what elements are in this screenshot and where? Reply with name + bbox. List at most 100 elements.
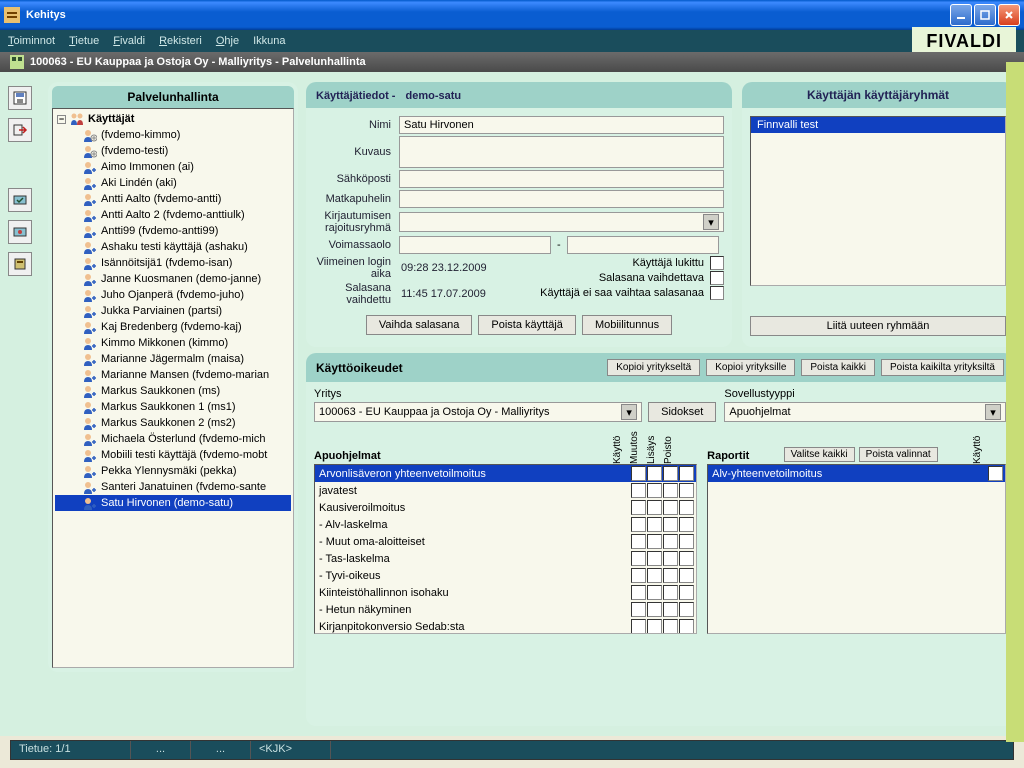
grid-checkbox[interactable] xyxy=(663,551,678,566)
eisaa-checkbox[interactable] xyxy=(710,286,724,300)
grid-checkbox[interactable] xyxy=(679,517,694,532)
grid-checkbox[interactable] xyxy=(663,585,678,600)
lukittu-checkbox[interactable] xyxy=(710,256,724,270)
save-icon[interactable] xyxy=(8,86,32,110)
grid-checkbox[interactable] xyxy=(631,568,646,583)
grid-row[interactable]: - Hetun näkyminen xyxy=(315,601,696,618)
grid-checkbox[interactable] xyxy=(679,483,694,498)
tree-item[interactable]: Juho Ojanperä (fvdemo-juho) xyxy=(55,287,291,303)
tree-item[interactable]: Janne Kuosmanen (demo-janne) xyxy=(55,271,291,287)
grid-checkbox[interactable] xyxy=(663,534,678,549)
poista-kaikki-button[interactable]: Poista kaikki xyxy=(801,359,875,376)
menu-fivaldi[interactable]: Fivaldi xyxy=(113,35,145,47)
tree-item[interactable]: Pekka Ylennysmäki (pekka) xyxy=(55,463,291,479)
user-tree[interactable]: −Käyttäjät(fvdemo-kimmo)(fvdemo-testi)Ai… xyxy=(52,108,294,668)
tool3-icon[interactable] xyxy=(8,252,32,276)
grid-checkbox[interactable]: ✓ xyxy=(663,466,678,481)
sidokset-button[interactable]: Sidokset xyxy=(648,402,716,422)
close-button[interactable] xyxy=(998,4,1020,26)
grid-checkbox[interactable] xyxy=(663,619,678,634)
grid-checkbox[interactable] xyxy=(631,483,646,498)
grid-row[interactable]: - Muut oma-aloitteiset xyxy=(315,533,696,550)
grid-checkbox[interactable]: ✓ xyxy=(988,466,1003,481)
grid-checkbox[interactable] xyxy=(631,551,646,566)
exit-icon[interactable] xyxy=(8,118,32,142)
tree-item[interactable]: Antti Aalto 2 (fvdemo-anttiulk) xyxy=(55,207,291,223)
right-grid-body[interactable]: Alv-yhteenvetoilmoitus✓ xyxy=(707,464,1006,634)
tree-item[interactable]: (fvdemo-testi) xyxy=(55,143,291,159)
tree-root[interactable]: −Käyttäjät xyxy=(55,111,291,127)
grid-checkbox[interactable] xyxy=(679,568,694,583)
grid-checkbox[interactable] xyxy=(631,602,646,617)
tree-item[interactable]: Satu Hirvonen (demo-satu) xyxy=(55,495,291,511)
voimassaolo-to[interactable] xyxy=(567,236,719,254)
nimi-input[interactable] xyxy=(399,116,724,134)
vaihdettava-checkbox[interactable] xyxy=(710,271,724,285)
sahkoposti-input[interactable] xyxy=(399,170,724,188)
tool2-icon[interactable] xyxy=(8,220,32,244)
grid-checkbox[interactable] xyxy=(663,517,678,532)
left-grid-body[interactable]: Arvonlisäveron yhteenvetoilmoitus✓✓✓✓jav… xyxy=(314,464,697,634)
tree-item[interactable]: Markus Saukkonen 2 (ms2) xyxy=(55,415,291,431)
grid-row[interactable]: javatest xyxy=(315,482,696,499)
group-list[interactable]: Finnvalli test xyxy=(750,116,1006,286)
grid-checkbox[interactable] xyxy=(663,500,678,515)
grid-checkbox[interactable] xyxy=(631,517,646,532)
grid-checkbox[interactable] xyxy=(631,500,646,515)
kuvaus-input[interactable] xyxy=(399,136,724,168)
poista-valinnat-button[interactable]: Poista valinnat xyxy=(859,447,938,462)
menu-rekisteri[interactable]: Rekisteri xyxy=(159,35,202,47)
tree-item[interactable]: Aki Lindén (aki) xyxy=(55,175,291,191)
grid-checkbox[interactable] xyxy=(647,517,662,532)
tree-item[interactable]: Markus Saukkonen (ms) xyxy=(55,383,291,399)
liita-ryhmaan-button[interactable]: Liitä uuteen ryhmään xyxy=(750,316,1006,336)
tree-item[interactable]: Ashaku testi käyttäjä (ashaku) xyxy=(55,239,291,255)
menu-tietue[interactable]: Tietue xyxy=(69,35,99,47)
poista-kaikilta-button[interactable]: Poista kaikilta yrityksiltä xyxy=(881,359,1004,376)
sovellus-dropdown[interactable]: Apuohjelmat▾ xyxy=(724,402,1006,422)
kopioi-yrityksille-button[interactable]: Kopioi yrityksille xyxy=(706,359,795,376)
menu-ikkuna[interactable]: Ikkuna xyxy=(253,35,285,47)
grid-checkbox[interactable] xyxy=(679,619,694,634)
grid-checkbox[interactable] xyxy=(647,585,662,600)
grid-checkbox[interactable] xyxy=(647,602,662,617)
grid-checkbox[interactable] xyxy=(679,500,694,515)
grid-checkbox[interactable] xyxy=(631,619,646,634)
tree-item[interactable]: Antti Aalto (fvdemo-antti) xyxy=(55,191,291,207)
grid-checkbox[interactable] xyxy=(647,619,662,634)
mobiilitunnus-button[interactable]: Mobiilitunnus xyxy=(582,315,672,335)
grid-row[interactable]: - Tyvi-oikeus xyxy=(315,567,696,584)
grid-checkbox[interactable] xyxy=(647,483,662,498)
tree-item[interactable]: Mobiili testi käyttäjä (fvdemo-mobt xyxy=(55,447,291,463)
grid-checkbox[interactable] xyxy=(663,602,678,617)
grid-row[interactable]: - Tas-laskelma xyxy=(315,550,696,567)
grid-checkbox[interactable] xyxy=(679,534,694,549)
tree-item[interactable]: (fvdemo-kimmo) xyxy=(55,127,291,143)
tree-item[interactable]: Marianne Mansen (fvdemo-marian xyxy=(55,367,291,383)
grid-checkbox[interactable] xyxy=(647,551,662,566)
grid-checkbox[interactable] xyxy=(631,585,646,600)
grid-checkbox[interactable] xyxy=(647,534,662,549)
grid-checkbox[interactable] xyxy=(679,551,694,566)
grid-checkbox[interactable] xyxy=(679,602,694,617)
grid-checkbox[interactable] xyxy=(663,483,678,498)
menu-ohje[interactable]: Ohje xyxy=(216,35,239,47)
tree-item[interactable]: Markus Saukkonen 1 (ms1) xyxy=(55,399,291,415)
menu-toiminnot[interactable]: Toiminnot xyxy=(8,35,55,47)
group-item[interactable]: Finnvalli test xyxy=(751,117,1005,133)
tree-item[interactable]: Kimmo Mikkonen (kimmo) xyxy=(55,335,291,351)
tree-item[interactable]: Jukka Parviainen (partsi) xyxy=(55,303,291,319)
tree-item[interactable]: Marianne Jägermalm (maisa) xyxy=(55,351,291,367)
grid-checkbox[interactable]: ✓ xyxy=(679,466,694,481)
grid-row[interactable]: - Alv-laskelma xyxy=(315,516,696,533)
grid-row[interactable]: Kirjanpitokonversio Sedab:sta xyxy=(315,618,696,634)
voimassaolo-from[interactable] xyxy=(399,236,551,254)
matkapuhelin-input[interactable] xyxy=(399,190,724,208)
grid-checkbox[interactable] xyxy=(647,568,662,583)
tree-item[interactable]: Michaela Österlund (fvdemo-mich xyxy=(55,431,291,447)
grid-checkbox[interactable] xyxy=(647,500,662,515)
tree-item[interactable]: Kaj Bredenberg (fvdemo-kaj) xyxy=(55,319,291,335)
grid-checkbox[interactable] xyxy=(679,585,694,600)
grid-row[interactable]: Kausiveroilmoitus xyxy=(315,499,696,516)
tool1-icon[interactable] xyxy=(8,188,32,212)
